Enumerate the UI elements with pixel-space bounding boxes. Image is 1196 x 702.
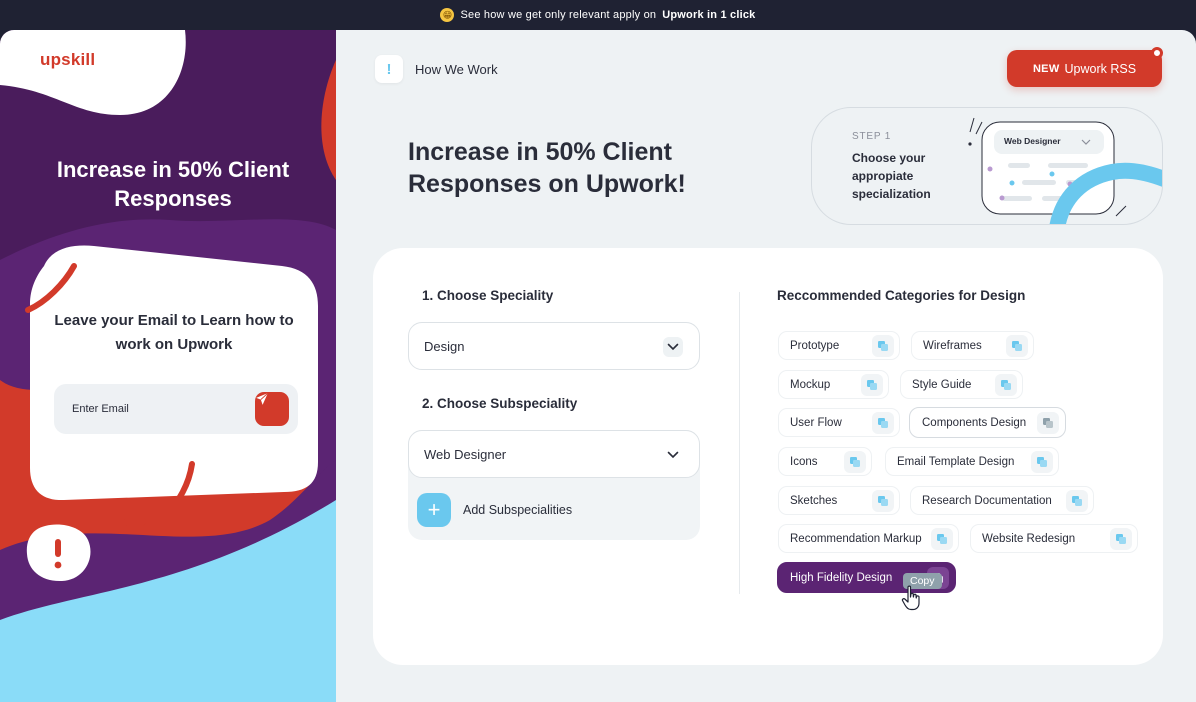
speciality-value: Design bbox=[424, 338, 465, 354]
chip-label: Mockup bbox=[790, 378, 831, 391]
chevron-down-icon bbox=[663, 337, 683, 357]
copy-icon[interactable] bbox=[995, 374, 1017, 396]
chip-label: Icons bbox=[790, 455, 818, 468]
copy-icon[interactable] bbox=[1037, 412, 1059, 434]
hand-cursor-icon bbox=[901, 585, 920, 611]
top-banner[interactable]: 😁 See how we get only relevant apply on … bbox=[0, 0, 1196, 30]
copy-icon[interactable] bbox=[872, 490, 894, 512]
email-prompt: Leave your Email to Learn how to work on… bbox=[54, 312, 294, 353]
category-chip[interactable]: Website Redesign bbox=[969, 523, 1139, 554]
copy-icon[interactable] bbox=[1006, 335, 1028, 357]
step-number: STEP 1 bbox=[852, 131, 892, 142]
email-card-shape bbox=[25, 245, 318, 500]
category-chip[interactable]: Style Guide bbox=[899, 369, 1024, 400]
category-chip[interactable]: Components Design bbox=[909, 407, 1066, 438]
copy-icon[interactable] bbox=[872, 335, 894, 357]
add-subspeciality-label[interactable]: Add Subspecialities bbox=[463, 503, 572, 517]
app-frame: upskill Increase in 50% Client Responses… bbox=[0, 30, 1196, 702]
hero-title: Increase in 50% Client Responses on Upwo… bbox=[408, 138, 686, 198]
speciality-heading: 1. Choose Speciality bbox=[422, 288, 554, 303]
copy-icon[interactable] bbox=[872, 412, 894, 434]
preview-dropdown-label: Web Designer bbox=[1004, 136, 1061, 146]
chip-label: User Flow bbox=[790, 416, 842, 429]
chevron-down-icon bbox=[663, 445, 683, 465]
column-divider bbox=[739, 292, 740, 594]
chip-label: Website Redesign bbox=[982, 532, 1076, 545]
decor-dash bbox=[124, 517, 146, 526]
subspeciality-value: Web Designer bbox=[424, 446, 507, 462]
paper-plane-icon bbox=[256, 392, 269, 405]
category-chip[interactable]: Email Template Design bbox=[884, 446, 1060, 477]
subspeciality-dropdown[interactable]: Web Designer bbox=[408, 430, 700, 478]
category-chip[interactable]: Mockup bbox=[777, 369, 890, 400]
category-chip[interactable]: Research Documentation bbox=[909, 485, 1095, 516]
step-description: Choose your appropiate specialization bbox=[852, 151, 931, 201]
chip-label: Prototype bbox=[790, 339, 840, 352]
upwork-rss-button[interactable]: NEW Upwork RSS bbox=[1007, 50, 1162, 87]
chip-label: High Fidelity Design bbox=[790, 571, 893, 584]
copy-icon[interactable] bbox=[1066, 490, 1088, 512]
main-card: 1. Choose Speciality Design 2. Choose Su… bbox=[373, 248, 1163, 665]
recommended-heading: Reccommended Categories for Design bbox=[777, 288, 1026, 303]
warning-blob bbox=[26, 524, 91, 582]
copy-icon[interactable] bbox=[1110, 528, 1132, 550]
category-chip[interactable]: Prototype bbox=[777, 330, 901, 361]
how-we-work-link[interactable]: How We Work bbox=[415, 62, 498, 77]
copy-icon[interactable] bbox=[861, 374, 883, 396]
new-badge: NEW bbox=[1032, 62, 1060, 75]
chip-label: Email Template Design bbox=[897, 455, 1015, 468]
add-subspeciality-button[interactable]: + bbox=[417, 493, 451, 527]
banner-highlight[interactable]: Upwork in 1 click bbox=[662, 9, 755, 21]
chip-label: Recommendation Markup bbox=[790, 532, 922, 545]
send-button[interactable] bbox=[255, 392, 289, 426]
copy-icon[interactable] bbox=[931, 528, 953, 550]
chip-label: Wireframes bbox=[923, 339, 982, 352]
chip-label: Sketches bbox=[790, 494, 838, 507]
notification-dot bbox=[1151, 47, 1163, 59]
left-panel: upskill Increase in 50% Client Responses… bbox=[0, 30, 336, 702]
chip-label: Components Design bbox=[922, 416, 1027, 429]
exclamation-icon bbox=[55, 539, 61, 557]
email-input-box[interactable] bbox=[54, 384, 298, 434]
subspeciality-heading: 2. Choose Subspeciality bbox=[422, 396, 578, 411]
how-we-work-icon[interactable]: ! bbox=[375, 55, 403, 83]
copy-icon[interactable] bbox=[1031, 451, 1053, 473]
grin-emoji-icon: 😁 bbox=[440, 8, 455, 22]
banner-text: See how we get only relevant apply on bbox=[460, 9, 657, 21]
category-chip[interactable]: Sketches bbox=[777, 485, 901, 516]
category-chip[interactable]: User Flow bbox=[777, 407, 901, 438]
step-card: STEP 1 Choose your appropiate specializa… bbox=[811, 107, 1163, 225]
upskill-logo[interactable]: upskill bbox=[40, 50, 95, 70]
email-input[interactable] bbox=[72, 403, 242, 415]
chip-label: Research Documentation bbox=[922, 494, 1052, 507]
rss-button-label: Upwork RSS bbox=[1064, 61, 1137, 76]
chip-label: Style Guide bbox=[912, 378, 972, 391]
email-card: Leave your Email to Learn how to work on… bbox=[24, 244, 320, 500]
left-title: Increase in 50% Client Responses bbox=[56, 157, 290, 211]
step-illustration bbox=[968, 117, 1162, 224]
category-chip[interactable]: Icons bbox=[777, 446, 873, 477]
category-chip[interactable]: Wireframes bbox=[910, 330, 1035, 361]
copy-icon[interactable] bbox=[844, 451, 866, 473]
category-chip[interactable]: Recommendation Markup bbox=[777, 523, 960, 554]
speciality-dropdown[interactable]: Design bbox=[408, 322, 700, 370]
